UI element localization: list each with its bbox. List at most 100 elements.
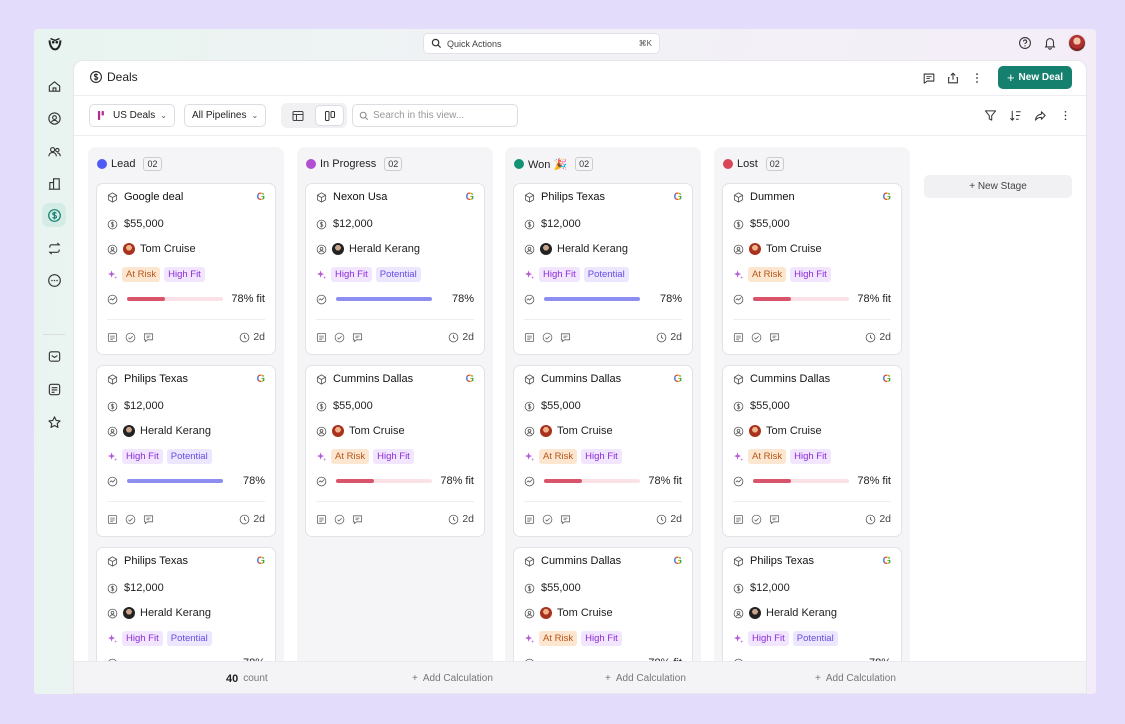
pipelines-dropdown[interactable]: All Pipelines ⌄ <box>184 104 267 127</box>
deal-title[interactable]: Google deal <box>124 191 183 203</box>
status-tag: High Fit <box>164 267 205 282</box>
fit-progress-fill <box>753 297 792 301</box>
notes-icon[interactable] <box>733 332 744 343</box>
comment-icon[interactable] <box>143 514 154 525</box>
deal-title[interactable]: Cummins Dallas <box>333 373 413 385</box>
user-avatar[interactable] <box>1068 34 1086 52</box>
stage-count-badge: 02 <box>143 157 162 171</box>
check-circle-icon[interactable] <box>751 332 762 343</box>
deal-owner-row: Tom Cruise <box>107 243 196 255</box>
deal-card[interactable]: Dummen G $55,000 Tom Cruise At Risk High Fit 7… <box>722 183 902 355</box>
new-deal-button[interactable]: + New Deal <box>997 66 1072 89</box>
deal-title[interactable]: Cummins Dallas <box>541 373 621 385</box>
sidebar-more[interactable] <box>42 268 66 292</box>
last-activity-time: 2d <box>253 513 265 525</box>
fit-progress-bar <box>544 297 640 301</box>
check-circle-icon[interactable] <box>125 514 136 525</box>
deal-title[interactable]: Philips Texas <box>124 555 188 567</box>
sidebar-contacts[interactable] <box>42 106 66 130</box>
help-icon[interactable] <box>1018 36 1032 50</box>
add-calculation-button[interactable]: + Add Calculation <box>605 673 686 684</box>
cube-icon <box>733 374 744 384</box>
sidebar-sync[interactable] <box>42 236 66 260</box>
notes-icon[interactable] <box>733 514 744 525</box>
fit-score-row: 78% fit <box>733 475 891 487</box>
new-stage-button[interactable]: + New Stage <box>924 175 1072 198</box>
comment-icon[interactable] <box>922 71 936 85</box>
gauge-icon <box>524 476 535 486</box>
fit-score-label: 78% fit <box>857 475 891 487</box>
clock-icon <box>448 514 459 524</box>
deal-card[interactable]: Cummins Dallas G $55,000 Tom Cruise At Risk H… <box>722 365 902 537</box>
deal-title[interactable]: Philips Texas <box>750 555 814 567</box>
comment-icon[interactable] <box>560 332 571 343</box>
kebab-menu-icon[interactable] <box>1059 109 1072 122</box>
sidebar-people[interactable] <box>42 139 66 163</box>
deal-title[interactable]: Dummen <box>750 191 795 203</box>
last-activity: 2d <box>656 331 682 343</box>
kebab-menu-icon[interactable] <box>970 71 984 85</box>
comment-icon[interactable] <box>143 332 154 343</box>
owner-name: Tom Cruise <box>766 425 822 437</box>
deal-owner-row: Tom Cruise <box>316 425 405 437</box>
notification-bell-icon[interactable] <box>1043 36 1057 50</box>
deal-card[interactable]: Google deal G $55,000 Tom Cruise At Risk High… <box>96 183 276 355</box>
sidebar-deals[interactable] <box>42 203 66 227</box>
add-calculation-button[interactable]: + Add Calculation <box>412 673 493 684</box>
sidebar-reports[interactable] <box>42 171 66 195</box>
view-search-input[interactable]: Search in this view... <box>352 104 518 127</box>
deals-filter-dropdown[interactable]: US Deals ⌄ <box>89 104 175 127</box>
fit-progress-bar <box>127 297 223 301</box>
notes-icon[interactable] <box>524 332 535 343</box>
sidebar-notes[interactable] <box>42 377 66 401</box>
table-view-button[interactable] <box>283 105 312 126</box>
deal-title[interactable]: Philips Texas <box>541 191 605 203</box>
check-circle-icon[interactable] <box>542 514 553 525</box>
notes-icon[interactable] <box>524 514 535 525</box>
filter-icon[interactable] <box>984 109 997 122</box>
sort-icon[interactable] <box>1009 109 1022 122</box>
notes-icon[interactable] <box>107 514 118 525</box>
comment-icon[interactable] <box>352 514 363 525</box>
check-circle-icon[interactable] <box>334 332 345 343</box>
deal-title[interactable]: Cummins Dallas <box>750 373 830 385</box>
check-circle-icon[interactable] <box>542 332 553 343</box>
quick-actions-search[interactable]: Quick Actions ⌘K <box>423 33 660 54</box>
deal-title[interactable]: Cummins Dallas <box>541 555 621 567</box>
check-circle-icon[interactable] <box>334 514 345 525</box>
brand-logo-icon[interactable] <box>46 35 64 53</box>
sidebar-favorites[interactable] <box>42 410 66 434</box>
deal-card[interactable]: Philips Texas G $12,000 Herald Kerang High F… <box>513 183 693 355</box>
deal-card[interactable]: Cummins Dallas G $55,000 Tom Cruise At Risk H… <box>305 365 485 537</box>
comment-icon[interactable] <box>769 332 780 343</box>
deal-amount-row: $12,000 <box>107 400 164 412</box>
owner-name: Tom Cruise <box>766 243 822 255</box>
notes-icon[interactable] <box>107 332 118 343</box>
comment-icon[interactable] <box>352 332 363 343</box>
forward-share-icon[interactable] <box>1034 109 1047 122</box>
card-footer: 2d <box>524 513 682 525</box>
clock-icon <box>448 332 459 342</box>
status-tag: High Fit <box>122 449 163 464</box>
sidebar-inbox[interactable] <box>42 344 66 368</box>
deal-card[interactable]: Nexon Usa G $12,000 Herald Kerang High Fit Po… <box>305 183 485 355</box>
last-activity-time: 2d <box>670 331 682 343</box>
deal-card[interactable]: Cummins Dallas G $55,000 Tom Cruise At Risk H… <box>513 365 693 537</box>
deal-title[interactable]: Nexon Usa <box>333 191 387 203</box>
deal-amount-row: $12,000 <box>733 582 790 594</box>
notes-icon[interactable] <box>316 332 327 343</box>
deal-card[interactable]: Philips Texas G $12,000 Herald Kerang High F… <box>96 365 276 537</box>
sidebar-home[interactable] <box>42 74 66 98</box>
notes-icon[interactable] <box>316 514 327 525</box>
deal-owner-row: Tom Cruise <box>524 607 613 619</box>
share-icon[interactable] <box>946 71 960 85</box>
board-view-button[interactable] <box>315 105 344 126</box>
deal-title[interactable]: Philips Texas <box>124 373 188 385</box>
comment-icon[interactable] <box>560 514 571 525</box>
comment-icon[interactable] <box>769 514 780 525</box>
check-circle-icon[interactable] <box>125 332 136 343</box>
check-circle-icon[interactable] <box>751 514 762 525</box>
cube-icon <box>733 192 744 202</box>
cube-icon <box>316 374 327 384</box>
add-calculation-button[interactable]: + Add Calculation <box>815 673 896 684</box>
